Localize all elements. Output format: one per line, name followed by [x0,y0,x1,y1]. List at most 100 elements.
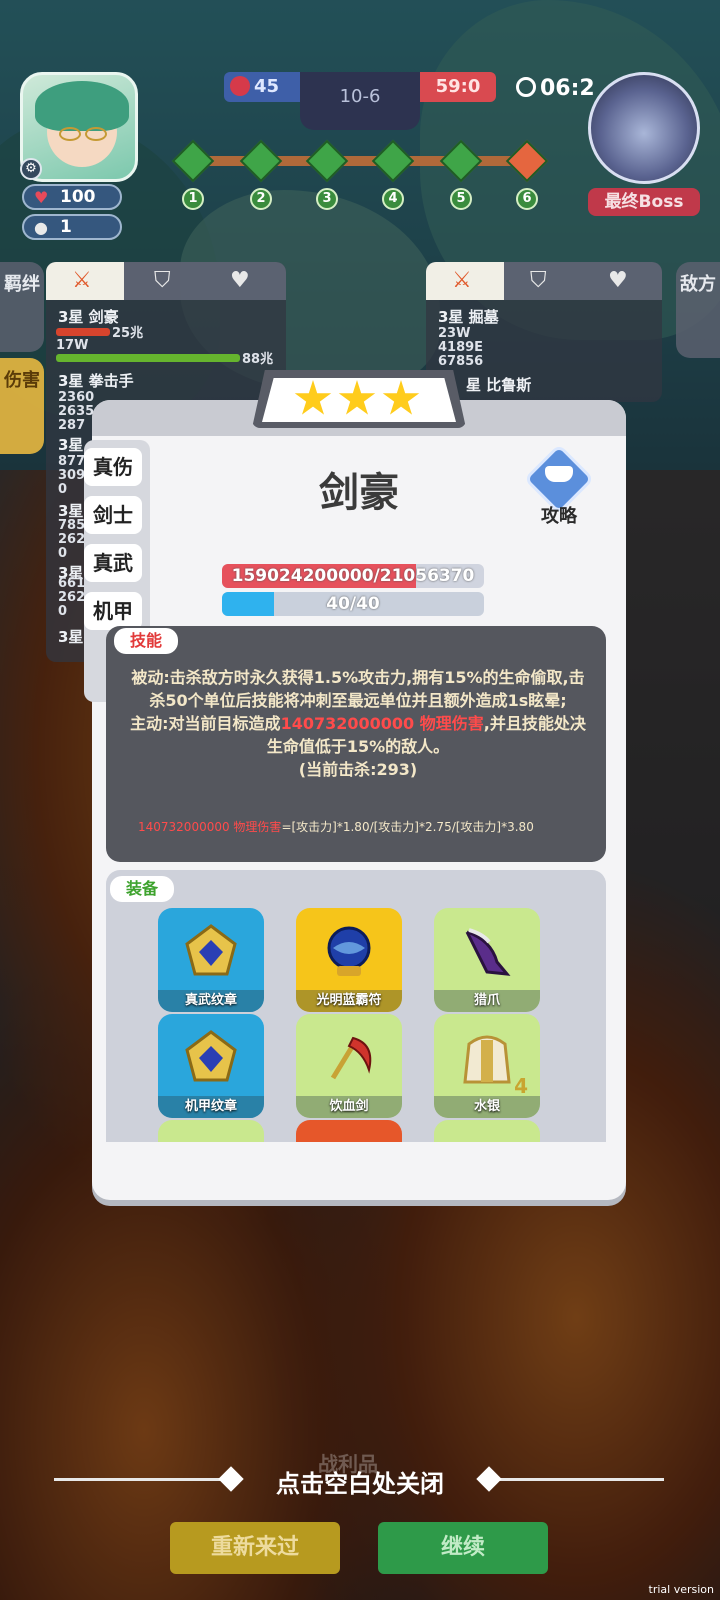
equipment-slot[interactable]: 真武纹章 [158,908,264,1012]
row-value: 2360 [58,390,95,405]
equipment-slot-partial[interactable] [434,1120,540,1142]
guide-button[interactable]: 攻略 [523,443,595,530]
panel-head-right: ⚔ ⛉ ♥ [426,262,662,300]
equipment-slot[interactable]: 机甲纹章 [158,1014,264,1118]
retry-button[interactable]: 重新来过 [170,1522,340,1574]
enemy-score: 59:0 [420,72,496,102]
row-value: 23W [438,326,471,341]
equipment-slot[interactable]: 光明蓝霸符 [296,908,402,1012]
equipment-title: 装备 [110,876,175,902]
player-score-value: 45 [254,76,280,97]
cloak-icon [457,1028,517,1088]
graduation-cap-icon [545,466,573,482]
equipment-slot-partial[interactable] [158,1120,264,1142]
equipment-slot[interactable]: 4 水银 [434,1014,540,1118]
equipment-slot-partial[interactable] [296,1120,402,1142]
row-value: 88兆 [242,352,274,367]
equipment-name: 真武纹章 [158,990,264,1012]
clock-icon [516,77,536,97]
timer-value: 06:2 [540,76,595,101]
hp-text: 159024200000/21056370 [231,566,475,586]
sword-icon: ⚔ [452,268,472,293]
mana-text: 40/40 [326,594,380,614]
glasses-right [85,127,107,141]
tab-enemy[interactable]: 敌方 [676,262,720,358]
continue-label: 继续 [440,1535,485,1560]
round-timer: 06:2 [516,76,595,101]
skill-description: 被动:击杀敌方时永久获得1.5%攻击力,拥有15%的生命偷取,击杀50个单位后技… [130,666,586,781]
row-value: 25兆 [112,326,144,341]
scythe-icon [319,1028,379,1088]
trait-tag[interactable]: 真伤 [84,448,142,486]
row-value: 877 [58,454,86,469]
tab-damage-label: 伤害 [4,370,40,391]
shield-icon[interactable]: ⛉ [154,268,171,293]
coins-value: 1 [60,217,72,237]
wave-node-number: 5 [450,188,472,210]
damage-bar [56,328,110,336]
boss-label: 最终Boss [588,188,700,216]
shield-icon[interactable]: ⛉ [530,268,547,293]
heart-tab-icon[interactable]: ♥ [608,268,628,293]
wave-node-number: 6 [516,188,538,210]
player-hair [35,81,129,131]
tab-damage[interactable]: 伤害 [0,358,44,454]
sword-icon: ⚔ [72,268,92,293]
row-value: 4189E [438,340,484,355]
hearts-value: 100 [60,187,96,207]
skill-kill-count: (当前击杀:293) [298,760,418,779]
row-value: 2635 [58,404,95,419]
settings-gear-icon[interactable]: ⚙ [20,158,42,180]
damage-panel-right: ⚔ ⛉ ♥ 3星 掘墓 23W 4189E 67856 星 比鲁斯 [426,262,662,402]
damage-formula: 140732000000 物理伤害=[攻击力]*1.80/[攻击力]*2.75/… [138,818,578,836]
formula-expression: =[攻击力]*1.80/[攻击力]*2.75/[攻击力]*3.80 [281,820,534,834]
skill-active-pre: 主动:对当前目标造成 [130,714,281,733]
close-hint: 点击空白处关闭 [276,1470,444,1498]
equipment-name: 光明蓝霸符 [296,990,402,1012]
player-team-icon [230,76,250,96]
hero-detail-modal: 真伤 剑士 真武 机甲 剑豪 攻略 159024200000/21056370 … [84,370,626,1200]
watermark: trial version [648,1583,714,1596]
trait-tag[interactable]: 真武 [84,544,142,582]
continue-button[interactable]: 继续 [378,1522,548,1574]
hero-name: 剑豪 [319,470,399,516]
item-stack-count: 4 [514,1074,528,1098]
tab-bonds[interactable]: 羁绊 [0,262,44,352]
row-value: 17W [56,338,89,353]
skill-passive: 被动:击杀敌方时永久获得1.5%攻击力,拥有15%的生命偷取,击杀50个单位后技… [131,668,585,710]
tab-enemy-label: 敌方 [680,274,716,295]
mana-bar: 40/40 [222,592,484,616]
wave-node-number: 2 [250,188,272,210]
equipment-slot[interactable]: 猎爪 [434,908,540,1012]
retry-label: 重新来过 [210,1535,299,1560]
heart-tab-icon[interactable]: ♥ [230,268,250,293]
row-value: 785 [58,518,86,533]
heart-icon: ♥ [34,188,49,207]
skill-section: 技能 被动:击杀敌方时永久获得1.5%攻击力,拥有15%的生命偷取,击杀50个单… [106,626,606,862]
equipment-slot[interactable]: 饮血剑 [296,1014,402,1118]
panel-head-left: ⚔ ⛉ ♥ [46,262,286,300]
wave-node-number: 3 [316,188,338,210]
trait-tag[interactable]: 剑士 [84,496,142,534]
equipment-name: 猎爪 [434,990,540,1012]
row-value: 0 [58,482,68,497]
equipment-name: 饮血剑 [296,1096,402,1118]
row-label: 3星 [58,436,84,454]
equipment-name: 机甲纹章 [158,1096,264,1118]
coins-counter: ● 1 [22,214,122,240]
equipment-section: 装备 真武纹章 光明蓝霸符 猎爪机甲纹章 饮血剑 4 水银 [106,870,606,1142]
equipment-name: 水银 [434,1096,540,1118]
orb-icon [319,922,379,982]
row-value: 287 [58,418,86,433]
claw-icon [457,922,517,982]
trait-tag[interactable]: 机甲 [84,592,142,630]
row-label: 星 比鲁斯 [466,376,532,394]
row-label: 3星 拳击手 [58,372,134,390]
row-value: 67856 [438,354,484,369]
row-label: 3星 掘墓 [438,308,499,326]
boss-avatar[interactable] [588,72,700,184]
coin-icon: ● [34,218,48,237]
emblem-icon [181,922,241,982]
hearts-counter: ♥ 100 [22,184,122,210]
row-label: 3星 [58,628,84,646]
